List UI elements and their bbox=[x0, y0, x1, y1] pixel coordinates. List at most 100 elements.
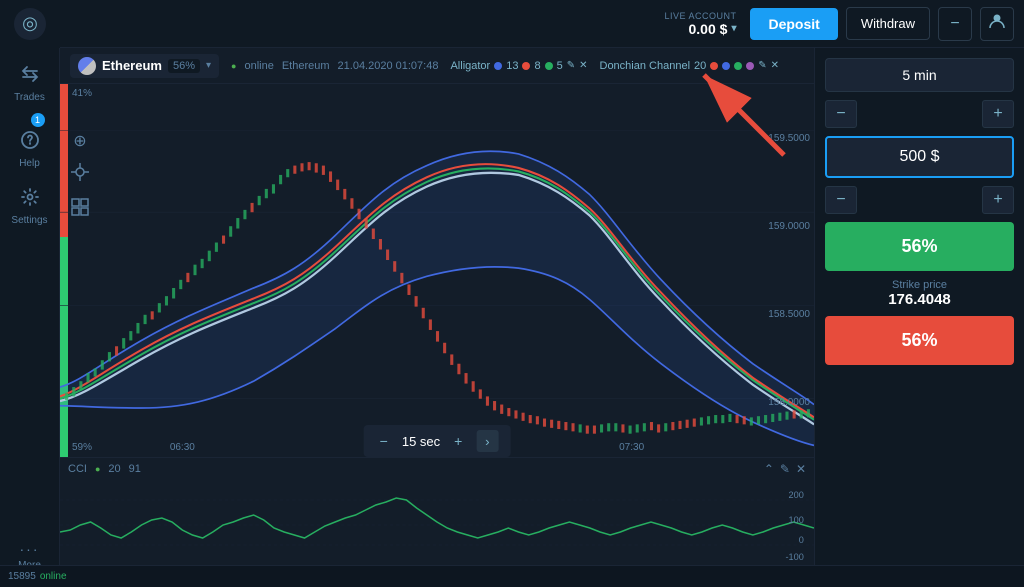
minus-icon: − bbox=[950, 15, 959, 33]
status-online: online bbox=[40, 571, 67, 582]
alligator-p3: 5 bbox=[557, 60, 563, 72]
time-tick-3: 07:30 bbox=[619, 442, 644, 453]
live-account-block: LIVE ACCOUNT 0.00 $ ▾ bbox=[664, 11, 736, 37]
settings-label: Settings bbox=[11, 215, 47, 226]
donchian-label: Donchian Channel bbox=[600, 60, 691, 72]
live-account-value: 0.00 $ ▾ bbox=[689, 21, 737, 37]
live-account-label: LIVE ACCOUNT bbox=[664, 11, 736, 21]
more-icon: ··· bbox=[20, 541, 40, 557]
amount-minus-button[interactable]: − bbox=[825, 186, 857, 214]
cci-period: 20 bbox=[108, 463, 120, 475]
time-plus-button[interactable]: + bbox=[982, 100, 1014, 128]
donchian-dot2 bbox=[722, 62, 730, 70]
sidebar-item-help[interactable]: 1 Help bbox=[0, 115, 59, 175]
price-tick-1: 159.5000 bbox=[758, 133, 810, 144]
donchian-dot1 bbox=[710, 62, 718, 70]
amount-input[interactable] bbox=[825, 136, 1014, 178]
logo-icon: ◎ bbox=[14, 8, 46, 40]
time-value: 15 sec bbox=[402, 434, 440, 449]
svg-text:0: 0 bbox=[799, 535, 804, 545]
crosshair-tool[interactable] bbox=[68, 160, 92, 189]
price-chart-svg bbox=[60, 84, 814, 457]
time-selector[interactable]: 5 min bbox=[825, 58, 1014, 92]
chart-status: online bbox=[244, 60, 273, 72]
cci-value: 91 bbox=[129, 463, 141, 475]
alligator-label: Alligator bbox=[450, 60, 490, 72]
cci-expand-button[interactable]: ⌃ bbox=[764, 462, 774, 476]
header: ◎ LIVE ACCOUNT 0.00 $ ▾ Deposit Withdraw… bbox=[0, 0, 1024, 48]
alligator-dot3 bbox=[545, 62, 553, 70]
cci-dot: ● bbox=[95, 464, 100, 474]
put-button[interactable]: 56% bbox=[825, 316, 1014, 365]
alligator-dot1 bbox=[494, 62, 502, 70]
donchian-close-icon[interactable]: ✕ bbox=[771, 60, 779, 71]
header-right: LIVE ACCOUNT 0.00 $ ▾ Deposit Withdraw − bbox=[664, 7, 1014, 41]
cci-edit-button[interactable]: ✎ bbox=[780, 462, 790, 476]
chart-toolbar: Ethereum 56% ▾ ● online Ethereum 21.04.2… bbox=[60, 48, 814, 84]
alligator-indicator: Alligator 13 8 5 ✎ ✕ bbox=[450, 60, 587, 72]
cursor-tool[interactable]: ⊕ bbox=[68, 128, 92, 154]
time-nav-button[interactable]: › bbox=[476, 430, 498, 452]
alligator-dot2 bbox=[522, 62, 530, 70]
asset-selector[interactable]: Ethereum 56% ▾ bbox=[70, 54, 219, 78]
time-controls: − 15 sec + › bbox=[364, 425, 511, 457]
sidebar: Trades 1 Help Settings ··· More bbox=[0, 48, 60, 587]
cci-close-button[interactable]: ✕ bbox=[796, 462, 806, 476]
ethereum-icon bbox=[78, 57, 96, 75]
alligator-p2: 8 bbox=[534, 60, 540, 72]
svg-text:200: 200 bbox=[789, 490, 804, 500]
cci-controls: ⌃ ✎ ✕ bbox=[764, 462, 806, 476]
donchian-edit-icon[interactable]: ✎ bbox=[758, 60, 766, 71]
cci-toolbar: CCI ● 20 91 ⌃ ✎ ✕ bbox=[60, 458, 814, 480]
donchian-dot4 bbox=[746, 62, 754, 70]
layout-tool[interactable] bbox=[68, 195, 92, 224]
alligator-close-icon[interactable]: ✕ bbox=[579, 60, 587, 71]
donchian-indicator: Donchian Channel 20 ✎ ✕ bbox=[600, 60, 780, 72]
alligator-p1: 13 bbox=[506, 60, 518, 72]
trades-label: Trades bbox=[14, 92, 45, 103]
help-icon bbox=[20, 130, 40, 155]
user-profile-button[interactable] bbox=[980, 7, 1014, 41]
withdraw-button[interactable]: Withdraw bbox=[846, 7, 930, 40]
minimize-button[interactable]: − bbox=[938, 7, 972, 41]
amount-stepper: − + bbox=[825, 186, 1014, 214]
strike-info: Strike price 176.4048 bbox=[825, 279, 1014, 308]
chart-info: ● online Ethereum 21.04.2020 01:07:48 bbox=[231, 60, 438, 72]
help-badge: 1 bbox=[31, 113, 45, 127]
price-axis: 159.5000 159.0000 158.5000 158.0000 bbox=[754, 84, 814, 457]
time-stepper-row: − + bbox=[825, 100, 1014, 128]
status-id: 15895 bbox=[8, 571, 36, 582]
deposit-button[interactable]: Deposit bbox=[750, 8, 837, 40]
settings-icon bbox=[20, 187, 40, 212]
price-tick-3: 158.5000 bbox=[758, 309, 810, 320]
time-decrease-button[interactable]: − bbox=[376, 433, 392, 449]
asset-pct: 56% bbox=[168, 59, 200, 73]
asset-dropdown-icon[interactable]: ▾ bbox=[206, 60, 211, 71]
chart-area: Ethereum 56% ▾ ● online Ethereum 21.04.2… bbox=[60, 48, 814, 587]
donchian-dot3 bbox=[734, 62, 742, 70]
strike-label: Strike price bbox=[825, 279, 1014, 291]
trades-icon bbox=[20, 64, 40, 89]
time-tick-1: 06:30 bbox=[170, 442, 195, 453]
chart-canvas bbox=[60, 84, 814, 457]
status-dot: ● bbox=[231, 61, 236, 71]
svg-text:-100: -100 bbox=[785, 552, 803, 562]
call-button[interactable]: 56% bbox=[825, 222, 1014, 271]
amount-plus-button[interactable]: + bbox=[982, 186, 1014, 214]
price-tick-2: 159.0000 bbox=[758, 221, 810, 232]
header-left: ◎ bbox=[0, 0, 60, 48]
time-increase-button[interactable]: + bbox=[450, 433, 466, 449]
chevron-down-icon[interactable]: ▾ bbox=[731, 23, 736, 34]
time-selector-value: 5 min bbox=[902, 67, 936, 83]
donchian-period: 20 bbox=[694, 60, 706, 72]
sidebar-item-trades[interactable]: Trades bbox=[0, 58, 59, 109]
svg-text:100: 100 bbox=[789, 515, 804, 525]
time-minus-button[interactable]: − bbox=[825, 100, 857, 128]
cci-svg: 200 100 0 -100 bbox=[60, 480, 814, 570]
help-label: Help bbox=[19, 158, 40, 169]
sidebar-item-settings[interactable]: Settings bbox=[0, 181, 59, 232]
alligator-edit-icon[interactable]: ✎ bbox=[567, 60, 575, 71]
cci-label: CCI bbox=[68, 463, 87, 475]
user-icon bbox=[989, 13, 1005, 34]
logo-area: ◎ bbox=[0, 0, 60, 48]
